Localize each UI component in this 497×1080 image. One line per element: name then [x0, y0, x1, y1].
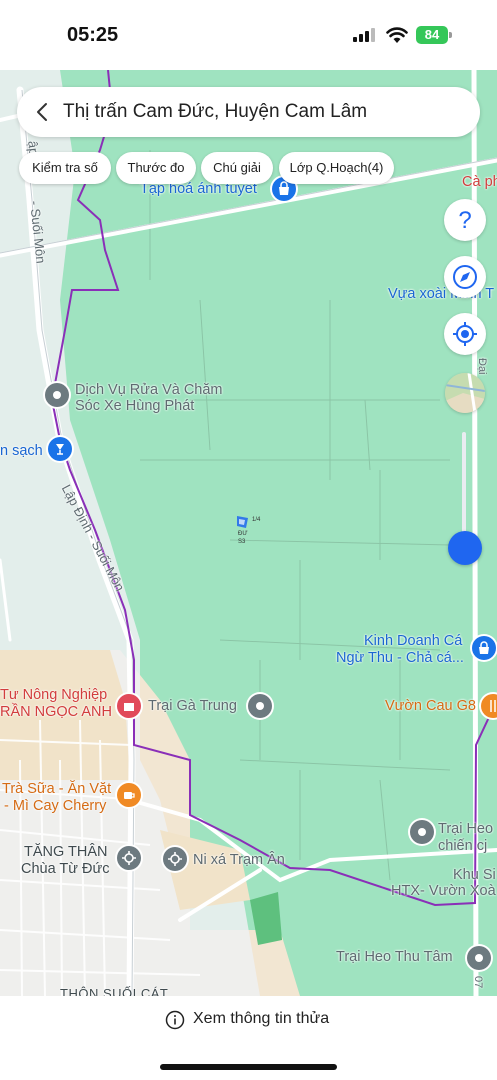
- place-label-htx-2[interactable]: HTX- Vườn Xoà: [391, 883, 496, 900]
- help-button[interactable]: ?: [444, 199, 486, 241]
- place-label-kinh-doanh-2[interactable]: Ngừ Thu - Chả cá...: [336, 650, 464, 667]
- place-label-trai-heo-thu-tam[interactable]: Trại Heo Thu Tâm: [336, 949, 453, 966]
- place-label-trai-heo-2[interactable]: chiến cj: [438, 838, 487, 855]
- parcel-marker[interactable]: 1/4 ĐƯ S3: [236, 515, 270, 549]
- place-label-rua-xe-1[interactable]: Dịch Vụ Rửa Và Chăm: [75, 382, 223, 399]
- zoom-slider-knob[interactable]: [448, 531, 482, 565]
- chip-thuoc-do[interactable]: Thước đo: [116, 152, 196, 184]
- layer-thumbnail-button[interactable]: [445, 373, 485, 413]
- svg-text:?: ?: [458, 207, 471, 234]
- place-label-ni-xa[interactable]: Ni xá Trạm Ân: [193, 852, 285, 869]
- farm-pin-icon[interactable]: [248, 694, 272, 718]
- cafe-pin-icon[interactable]: [117, 783, 141, 807]
- my-location-icon: [453, 322, 477, 346]
- place-label-trai-heo-1[interactable]: Trại Heo: [438, 821, 493, 838]
- place-label-thon[interactable]: THÔN SUỐI CÁT: [60, 985, 168, 996]
- parcel-icon: [237, 516, 248, 528]
- my-location-button[interactable]: [444, 313, 486, 355]
- place-label-rua-xe-2[interactable]: Sóc Xe Hùng Phát: [75, 398, 194, 415]
- place-label-n-sach[interactable]: n sạch: [0, 443, 43, 460]
- chip-chu-giai[interactable]: Chú giải: [201, 152, 273, 184]
- store-pin-icon[interactable]: [472, 636, 496, 660]
- chip-kiem-tra-so[interactable]: Kiểm tra số: [19, 152, 111, 184]
- compass-icon: [453, 265, 477, 289]
- place-label-kinh-doanh-1[interactable]: Kinh Doanh Cá: [364, 633, 462, 650]
- place-label-tra-sua-2[interactable]: - Mì Cay Cherry: [4, 798, 106, 815]
- wifi-icon: [386, 27, 408, 43]
- road-label-dai: Đại: [476, 358, 488, 375]
- info-icon: [165, 1010, 185, 1030]
- chip-lop-quy-hoach[interactable]: Lớp Q.Hoạch(4): [279, 152, 394, 184]
- place-label-nong-nghiep-2[interactable]: RẦN NGỌC ANH: [0, 704, 112, 721]
- status-bar: 05:25 84: [0, 0, 497, 70]
- place-label-ca-phe[interactable]: Cà ph: [462, 174, 497, 191]
- farm-pin-icon-2[interactable]: [467, 946, 491, 970]
- place-label-nong-nghiep-1[interactable]: Tư Nông Nghiệp: [0, 687, 107, 704]
- drink-pin-icon[interactable]: [48, 437, 72, 461]
- satellite-layer-icon: [445, 373, 485, 413]
- place-label-tang-than-1[interactable]: TĂNG THÂN: [24, 844, 108, 861]
- map-view[interactable]: Tạp hoá ánh tuyết Cà ph Vựa xoài Minh T …: [0, 70, 497, 996]
- home-indicator: [160, 1064, 337, 1070]
- temple-pin-icon[interactable]: [117, 846, 141, 870]
- battery-tip: [449, 32, 452, 38]
- car-wash-pin-icon[interactable]: [45, 383, 69, 407]
- shop-pin-icon[interactable]: [117, 694, 141, 718]
- status-time: 05:25: [67, 24, 119, 46]
- road-label-07: 07: [472, 976, 484, 989]
- cellular-signal-icon: [353, 28, 375, 42]
- place-label-tra-sua-1[interactable]: Trà Sữa - Ăn Vặt: [2, 781, 111, 798]
- location-title: Thị trấn Cam Đức, Huyện Cam Lâm: [63, 101, 368, 122]
- compass-button[interactable]: [444, 256, 486, 298]
- parcel-label-2: ĐƯ: [238, 531, 248, 537]
- place-label-trai-ga[interactable]: Trại Gà Trung: [148, 698, 237, 715]
- temple-pin-icon-2[interactable]: [163, 847, 187, 871]
- parcel-label-1: 1/4: [252, 517, 261, 523]
- back-arrow-icon[interactable]: [33, 101, 53, 123]
- restaurant-pin-icon[interactable]: [481, 694, 497, 718]
- place-label-tang-than-2[interactable]: Chùa Từ Đức: [21, 861, 109, 878]
- pig-farm-pin-icon[interactable]: [410, 820, 434, 844]
- place-label-htx-1[interactable]: Khu Si: [453, 867, 496, 884]
- help-icon: ?: [458, 207, 471, 234]
- parcel-label-3: S3: [238, 539, 246, 545]
- view-parcel-info-label[interactable]: Xem thông tin thửa: [193, 1010, 329, 1028]
- location-search-bar[interactable]: Thị trấn Cam Đức, Huyện Cam Lâm: [17, 87, 480, 137]
- place-label-vuon-cau[interactable]: Vườn Cau G8: [385, 698, 476, 715]
- battery-indicator: 84: [416, 26, 448, 44]
